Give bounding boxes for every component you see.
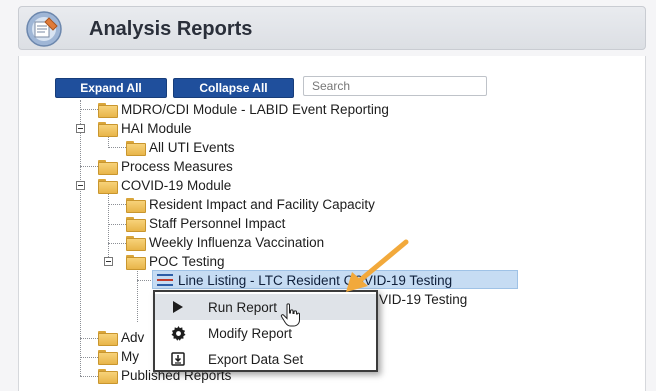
annotation-arrow-icon (346, 239, 409, 292)
tree-item-label: COVID-19 Module (121, 177, 232, 193)
folder-icon (126, 140, 146, 156)
folder-icon (98, 178, 118, 194)
tree-connector (108, 243, 126, 244)
tree-item-label: Adv (121, 329, 145, 345)
folder-icon (126, 254, 146, 270)
tree-connector (108, 204, 126, 205)
modify-report-menu-item[interactable]: Modify Report (155, 320, 376, 346)
tree-item-staff[interactable]: Staff Personnel Impact (126, 214, 285, 232)
tree-item-label: Resident Impact and Facility Capacity (149, 196, 375, 212)
tree-connector (80, 166, 98, 167)
export-data-set-menu-item[interactable]: Export Data Set (155, 346, 376, 372)
tree-item-process-measures[interactable]: Process Measures (98, 157, 233, 175)
expand-all-button[interactable]: Expand All (55, 78, 167, 98)
tree-item-influenza[interactable]: Weekly Influenza Vaccination (126, 233, 324, 251)
collapse-toggle-hai[interactable] (76, 124, 85, 133)
tree-item-label: My (121, 348, 139, 364)
gear-icon (168, 325, 188, 341)
folder-icon (126, 235, 146, 251)
tree-item-label: Weekly Influenza Vaccination (149, 234, 325, 250)
page-header: Analysis Reports (18, 6, 646, 50)
tree-item-label: HAI Module (121, 120, 192, 136)
tree-connector (80, 338, 98, 339)
tree-connector (108, 147, 126, 148)
context-menu: Run Report Modify Report Export Data Set (153, 290, 378, 372)
collapse-toggle-covid[interactable] (76, 181, 85, 190)
folder-icon (126, 197, 146, 213)
analysis-reports-page: Analysis Reports Expand All Collapse All… (0, 0, 656, 391)
tree-connector (80, 100, 81, 376)
menu-item-label: Run Report (208, 299, 278, 315)
folder-icon (98, 330, 118, 346)
collapse-all-button[interactable]: Collapse All (173, 78, 294, 98)
tree-connector (80, 109, 98, 110)
report-list-icon (157, 274, 173, 286)
hand-cursor-icon (280, 303, 300, 327)
collapse-toggle-poc[interactable] (104, 257, 113, 266)
search-input[interactable] (303, 76, 487, 96)
tree-item-label: MDRO/CDI Module - LABID Event Reporting (121, 101, 389, 117)
tree-item-poc[interactable]: POC Testing (126, 252, 225, 270)
folder-icon (98, 349, 118, 365)
tree-connector (80, 357, 98, 358)
tree-item-adv[interactable]: Adv (98, 328, 144, 346)
menu-item-label: Modify Report (208, 325, 293, 341)
tree-item-label: All UTI Events (149, 139, 235, 155)
tree-item-resident-impact[interactable]: Resident Impact and Facility Capacity (126, 195, 375, 213)
page-title: Analysis Reports (89, 18, 253, 40)
tree-item-hai[interactable]: HAI Module (98, 119, 192, 137)
play-icon (168, 299, 188, 315)
export-icon (168, 351, 188, 367)
folder-icon (126, 216, 146, 232)
folder-icon (98, 368, 118, 384)
folder-icon (98, 102, 118, 118)
tree-item-my[interactable]: My (98, 347, 139, 365)
tree-item-label: Process Measures (121, 158, 233, 174)
run-report-menu-item[interactable]: Run Report (155, 294, 376, 320)
tree-item-mdro[interactable]: MDRO/CDI Module - LABID Event Reporting (98, 100, 389, 118)
folder-icon (98, 121, 118, 137)
tree-connector (137, 280, 151, 281)
tree-connector (80, 376, 98, 377)
tree-item-all-uti[interactable]: All UTI Events (126, 138, 235, 156)
menu-item-label: Export Data Set (208, 351, 304, 367)
folder-icon (98, 159, 118, 175)
tree-item-covid[interactable]: COVID-19 Module (98, 176, 231, 194)
tree-item-label: Staff Personnel Impact (149, 215, 286, 231)
tree-connector (137, 268, 138, 322)
analysis-reports-logo-icon (26, 11, 62, 47)
tree-connector (108, 224, 126, 225)
tree-item-label: POC Testing (149, 253, 225, 269)
